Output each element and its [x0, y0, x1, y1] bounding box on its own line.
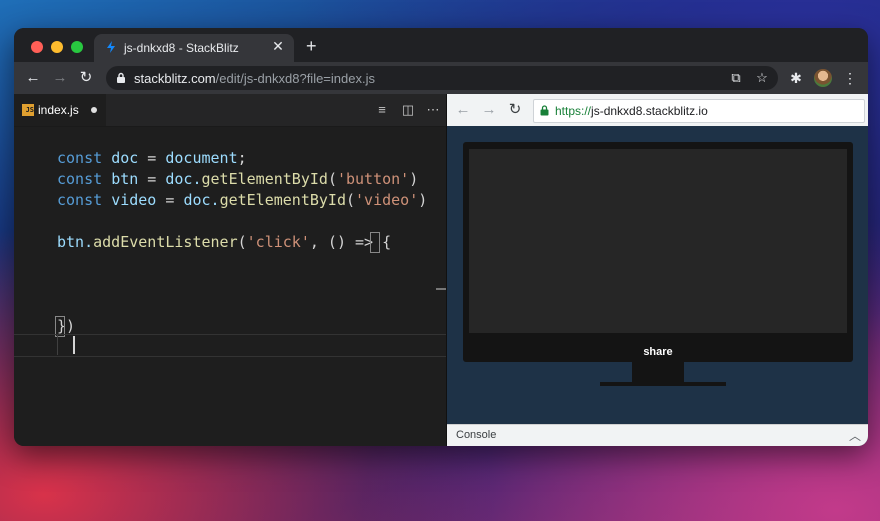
preview-pane: ← → ↻ https://js-dnkxd8.stackblitz.io sh…	[446, 94, 868, 446]
share-button[interactable]: share	[463, 346, 853, 358]
preview-back-icon[interactable]: ←	[453, 100, 473, 120]
more-menu-icon[interactable]: ⋮	[841, 69, 859, 87]
avatar[interactable]	[814, 69, 832, 87]
lock-icon	[117, 72, 125, 83]
matching-bracket-open	[370, 232, 380, 253]
secure-lock-icon	[540, 105, 549, 116]
monitor-stand	[632, 362, 684, 382]
code-line-4: btn.addEventListener('click', () => {	[57, 233, 392, 251]
window-controls	[31, 41, 83, 53]
split-editor-icon[interactable]: ◫	[400, 102, 416, 118]
tab-strip: js-dnkxd8 - StackBlitz ✕ +	[14, 28, 868, 62]
overview-ruler-mark	[436, 288, 446, 290]
preview-reload-icon[interactable]: ↻	[505, 100, 525, 120]
open-external-icon[interactable]: ⧉	[728, 70, 744, 86]
monitor-screen: share	[463, 142, 853, 362]
file-name: index.js	[38, 103, 79, 117]
minimize-window-button[interactable]	[51, 41, 63, 53]
preview-forward-icon[interactable]: →	[479, 100, 499, 120]
unsaved-indicator-icon	[91, 107, 97, 113]
preview-toolbar: ← → ↻ https://js-dnkxd8.stackblitz.io	[447, 94, 868, 126]
more-actions-icon[interactable]: ⋯	[425, 102, 441, 118]
bookmark-star-icon[interactable]: ☆	[754, 70, 770, 86]
indent-guide	[57, 335, 58, 355]
browser-toolbar: ← → ↻ stackblitz.com/edit/js-dnkxd8?file…	[14, 62, 868, 94]
video-area[interactable]	[469, 149, 847, 333]
preview-url-field[interactable]: https://js-dnkxd8.stackblitz.io	[533, 99, 865, 123]
js-file-icon: JS	[22, 104, 34, 116]
code-line-3: const video = doc.getElementById('video'…	[57, 191, 428, 209]
editor-tab-bar: JS index.js ≡ ◫ ⋯	[14, 94, 446, 127]
browser-window: js-dnkxd8 - StackBlitz ✕ + ← → ↻ stackbl…	[14, 28, 868, 446]
tab-title: js-dnkxd8 - StackBlitz	[124, 41, 239, 55]
maximize-window-button[interactable]	[71, 41, 83, 53]
forward-icon[interactable]: →	[49, 67, 71, 89]
preview-url: https://js-dnkxd8.stackblitz.io	[555, 104, 708, 118]
console-label: Console	[456, 429, 497, 441]
code-line-2: const btn = doc.getElementById('button')	[57, 170, 419, 188]
text-cursor	[73, 336, 75, 354]
chevron-up-icon[interactable]: ︿	[849, 427, 861, 444]
address-bar[interactable]: stackblitz.com/edit/js-dnkxd8?file=index…	[106, 66, 778, 90]
monitor-base	[600, 382, 726, 386]
address-url: stackblitz.com/edit/js-dnkxd8?file=index…	[134, 71, 375, 86]
extensions-icon[interactable]: ✱	[787, 69, 805, 87]
lightning-icon	[107, 41, 115, 53]
code-editor[interactable]: JS index.js ≡ ◫ ⋯ const doc = document; …	[14, 94, 446, 446]
console-bar[interactable]: Console ︿	[447, 424, 868, 446]
tab-stackblitz[interactable]: js-dnkxd8 - StackBlitz ✕	[94, 34, 294, 62]
current-line-highlight	[14, 334, 446, 357]
close-window-button[interactable]	[31, 41, 43, 53]
tab-close-icon[interactable]: ✕	[270, 38, 286, 55]
code-line-1: const doc = document;	[57, 149, 247, 167]
tab-index-js[interactable]: JS index.js	[14, 94, 106, 126]
back-icon[interactable]: ←	[22, 67, 44, 89]
new-tab-button[interactable]: +	[306, 37, 317, 55]
reload-icon[interactable]: ↻	[75, 67, 97, 89]
format-lines-icon[interactable]: ≡	[374, 102, 390, 118]
